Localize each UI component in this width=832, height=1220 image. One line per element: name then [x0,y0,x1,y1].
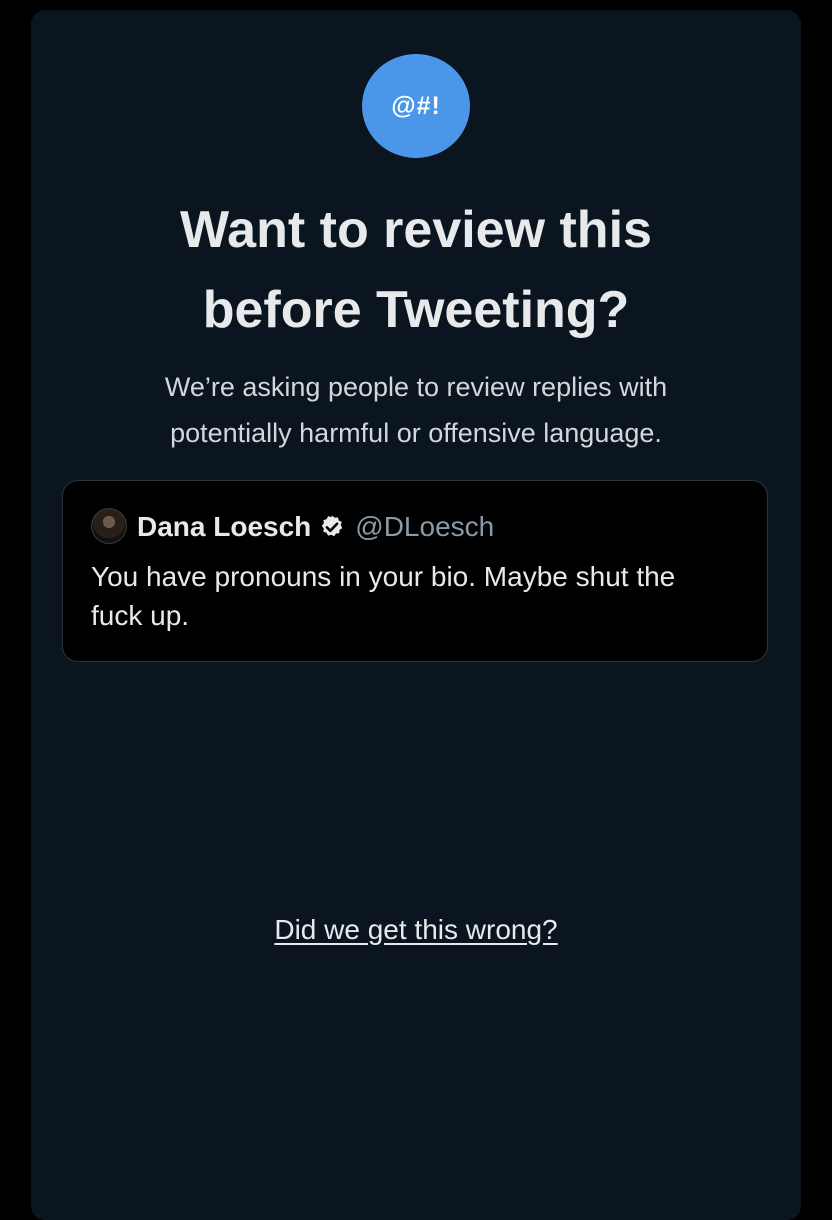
dialog-subtitle: We’re asking people to review replies wi… [0,364,832,456]
author-handle: @DLoesch [355,511,495,542]
dialog-title-line-2: before Tweeting? [202,281,630,339]
avatar [91,508,127,544]
quoted-tweet-card: Dana Loesch @DLoesch You have pronouns i… [62,480,768,662]
tweet-text-line-2: fuck up. [91,600,190,631]
tweet-text: You have pronouns in your bio. Maybe shu… [91,557,751,635]
dialog-title: Want to review this before Tweeting? [0,190,832,350]
feedback-row: Did we get this wrong? [0,908,832,952]
badge-text: @#! [391,91,441,120]
dialog-subtitle-line-2: potentially harmful or offensive languag… [170,418,662,448]
verified-badge-icon [319,514,345,540]
tweet-text-line-1: You have pronouns in your bio. Maybe shu… [91,561,676,592]
tweet-author-row: Dana Loesch @DLoesch [137,505,494,549]
offensive-language-icon: @#! [362,54,470,158]
dialog-title-line-1: Want to review this [180,201,652,259]
did-we-get-this-wrong-link[interactable]: Did we get this wrong? [274,914,557,945]
dialog-subtitle-line-1: We’re asking people to review replies wi… [164,372,668,402]
author-name: Dana Loesch [137,511,312,542]
